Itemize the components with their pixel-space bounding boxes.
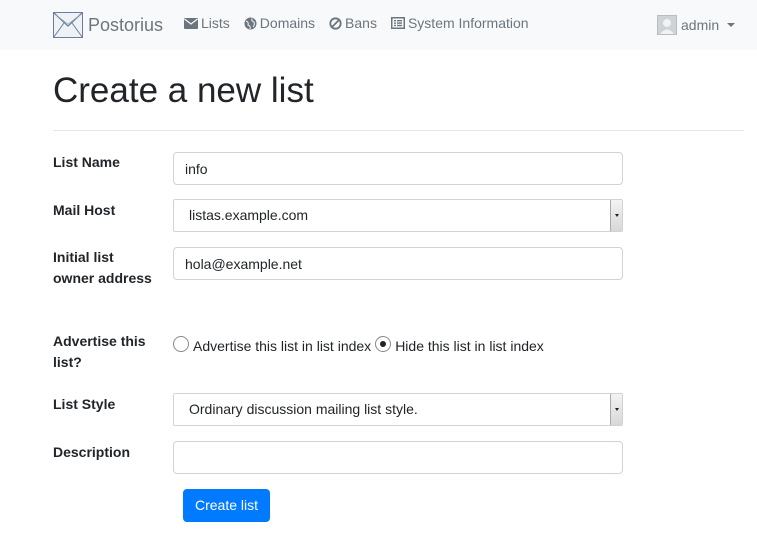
nav-label-bans: Bans [345,15,377,31]
brand-link[interactable]: Postorius [53,12,163,38]
mail-host-select[interactable]: listas.example.com [173,199,623,232]
owner-label: Initial list owner address [53,249,152,286]
list-name-input[interactable] [173,152,623,185]
hide-radio[interactable] [375,336,392,352]
list-alt-icon [390,17,405,29]
envelope-icon [184,17,198,29]
brand-name: Postorius [88,14,164,35]
select-arrow-icon [610,394,622,425]
divider [53,130,744,131]
nav-item-lists[interactable]: Lists [184,15,230,31]
list-style-selected-value: Ordinary discussion mailing list style. [189,401,418,417]
list-style-select[interactable]: Ordinary discussion mailing list style. [173,393,623,426]
postorius-logo-icon [53,12,83,38]
nav-item-domains[interactable]: Domains [244,15,315,31]
mail-host-label: Mail Host [53,202,116,218]
advertise-label: Advertise this list? [53,333,146,370]
owner-email-input[interactable] [173,247,623,280]
list-name-label: List Name [53,154,120,170]
nav-label-system-information: System Information [407,15,529,31]
description-label: Description [53,444,131,460]
navbar: Postorius Lists Domains Bans System Info… [0,0,757,50]
create-list-button[interactable]: Create list [183,489,270,522]
description-input[interactable] [173,441,623,474]
advertise-radio-group: Advertise this list in list index Hide t… [173,332,548,356]
nav-item-system-information[interactable]: System Information [390,15,529,31]
mail-host-selected-value: listas.example.com [189,207,309,223]
nav-item-bans[interactable]: Bans [329,15,377,31]
nav-label-lists: Lists [201,15,230,31]
list-style-label: List Style [53,396,116,412]
page-title: Create a new list [53,71,314,110]
hide-radio-label[interactable]: Hide this list in list index [395,336,544,356]
main-nav: Lists Domains Bans System Information [184,15,543,31]
globe-icon [244,17,257,29]
avatar [657,15,677,35]
user-menu-toggle[interactable]: admin [657,15,736,35]
user-silhouette-icon [660,19,674,34]
nav-label-domains: Domains [259,15,316,31]
advertise-radio[interactable] [173,336,189,352]
chevron-down-icon [727,23,736,27]
select-arrow-icon [610,200,622,231]
advertise-radio-label[interactable]: Advertise this list in list index [193,336,371,356]
username: admin [681,17,720,33]
ban-icon [329,16,342,30]
